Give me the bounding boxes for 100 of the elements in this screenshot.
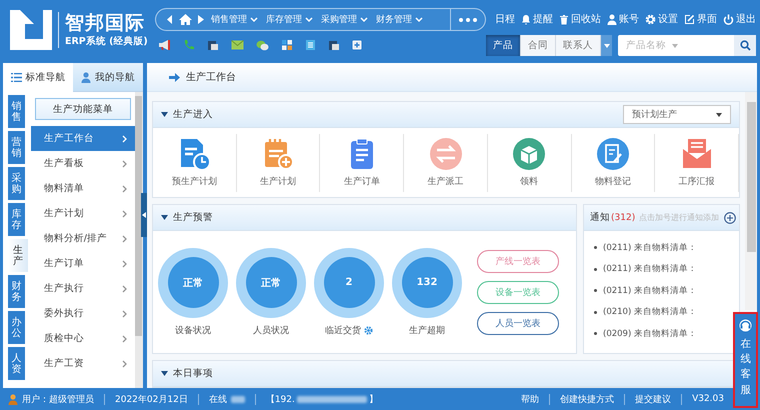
notice-item[interactable]: (0211) 来自物料清单： bbox=[603, 263, 697, 276]
category-tab[interactable]: 采购 bbox=[8, 167, 25, 200]
shortcut-tile[interactable]: 领料 bbox=[488, 134, 572, 192]
collapse-handle[interactable] bbox=[141, 193, 147, 237]
top-link[interactable]: 退出 bbox=[723, 12, 756, 26]
nav-menu[interactable]: 采购管理 bbox=[317, 9, 372, 30]
collapse-icon[interactable] bbox=[161, 371, 168, 376]
menu-title-button[interactable]: 生产功能菜单 bbox=[34, 98, 131, 120]
book-icon[interactable] bbox=[305, 39, 316, 51]
notice-item[interactable]: (0211) 来自物料清单： bbox=[603, 284, 697, 297]
caret-icon bbox=[716, 112, 722, 116]
menu-item[interactable]: 物料分析/排产 bbox=[30, 226, 135, 251]
top-link[interactable]: 回收站 bbox=[559, 12, 601, 26]
notice-item[interactable]: (0210) 来自物料清单： bbox=[603, 306, 697, 318]
notice-item[interactable]: (0211) 来自物料清单： bbox=[603, 242, 697, 254]
menu-item[interactable]: 生产执行 bbox=[30, 276, 135, 301]
panel-title: 本日事项 bbox=[173, 367, 213, 380]
chevron-right-icon bbox=[122, 284, 127, 292]
bell-icon bbox=[521, 14, 531, 24]
menu-item[interactable]: 委外执行 bbox=[30, 301, 135, 326]
user-icon bbox=[607, 14, 617, 24]
shortcut-label: 领料 bbox=[520, 176, 538, 188]
nav-menu[interactable]: 库存管理 bbox=[262, 9, 317, 30]
search-button[interactable] bbox=[734, 35, 756, 56]
menu-item[interactable]: 物料清单 bbox=[30, 176, 135, 201]
shortcut-tile[interactable]: 预生产计划 bbox=[153, 134, 237, 192]
category-tab[interactable]: 营销 bbox=[8, 131, 25, 164]
status-link[interactable]: 提交建议 bbox=[635, 392, 672, 406]
shortcut-tile[interactable]: 生产派工 bbox=[404, 134, 488, 192]
panel-title: 生产进入 bbox=[173, 108, 213, 121]
gauge-label: 设备状况 bbox=[175, 324, 211, 336]
caret-icon bbox=[604, 44, 610, 48]
shortcut-tile[interactable]: 物料登记 bbox=[572, 134, 656, 192]
chevron-down-icon bbox=[250, 16, 258, 22]
search-tab[interactable]: 合同 bbox=[521, 35, 556, 56]
top-link[interactable]: 设置 bbox=[645, 12, 678, 26]
blurred-text bbox=[230, 396, 245, 402]
top-link[interactable]: 账号 bbox=[607, 12, 639, 26]
plus-icon[interactable] bbox=[352, 40, 362, 50]
top-link[interactable]: 提醒 bbox=[521, 12, 553, 26]
menu-item[interactable]: 质检中心 bbox=[30, 326, 135, 351]
status-gauge: 132 bbox=[392, 248, 462, 318]
headset-icon bbox=[738, 318, 753, 333]
nav-menu[interactable]: 销售管理 bbox=[207, 9, 262, 30]
home-icon bbox=[179, 14, 192, 25]
chevron-right-icon bbox=[122, 160, 127, 168]
category-tab[interactable]: 库存 bbox=[8, 203, 25, 236]
category-tab[interactable]: 办公 bbox=[8, 311, 25, 344]
status-gauge: 正常 bbox=[158, 248, 228, 318]
menu-item[interactable]: 生产计划 bbox=[30, 201, 135, 226]
caret-icon bbox=[672, 44, 678, 48]
list-button[interactable]: 人员一览表 bbox=[477, 312, 559, 334]
menu-item[interactable]: 生产订单 bbox=[30, 251, 135, 276]
category-tab[interactable]: 销售 bbox=[8, 95, 25, 128]
envelope-icon[interactable] bbox=[231, 40, 244, 50]
nav-tab[interactable]: 我的导航 bbox=[73, 63, 143, 92]
shortcut-label: 生产订单 bbox=[344, 176, 380, 188]
add-icon[interactable] bbox=[724, 212, 736, 224]
settings-icon[interactable] bbox=[364, 326, 373, 334]
top-link[interactable]: 日程 bbox=[495, 12, 515, 26]
collapse-icon[interactable] bbox=[161, 215, 168, 220]
category-tab[interactable]: 财务 bbox=[8, 275, 25, 308]
page-title: 生产工作台 bbox=[186, 70, 236, 84]
nav-menu[interactable]: 财务管理 bbox=[372, 9, 427, 30]
menu-item[interactable]: 生产工资 bbox=[30, 351, 135, 376]
chevron-right-icon bbox=[122, 234, 127, 242]
ip-label: 【192. bbox=[266, 394, 295, 406]
menu-item[interactable]: 生产工作台 bbox=[30, 126, 135, 151]
megaphone-icon[interactable] bbox=[158, 39, 171, 51]
status-link[interactable]: 创建快捷方式 bbox=[560, 392, 614, 406]
screen-icon[interactable] bbox=[328, 40, 340, 50]
scrollbar[interactable] bbox=[745, 92, 757, 310]
search-tab[interactable]: 产品 bbox=[486, 35, 521, 56]
chat-icon[interactable] bbox=[256, 40, 269, 50]
notice-count: (312) bbox=[611, 212, 636, 222]
blurred-text bbox=[296, 396, 367, 402]
chevron-right-icon bbox=[122, 210, 127, 218]
screen-icon[interactable] bbox=[207, 40, 219, 50]
search-tab[interactable]: 联系人 bbox=[556, 35, 601, 56]
top-link[interactable]: 界面 bbox=[684, 12, 717, 26]
shortcut-label: 预生产计划 bbox=[172, 176, 217, 188]
list-icon bbox=[10, 72, 22, 82]
dropdown-button[interactable] bbox=[601, 35, 612, 56]
status-gauge: 正常 bbox=[236, 248, 306, 318]
online-service-button[interactable]: 在线客服 bbox=[733, 312, 758, 408]
tiles-icon[interactable] bbox=[281, 39, 293, 51]
collapse-icon[interactable] bbox=[161, 112, 168, 117]
menu-item[interactable]: 生产看板 bbox=[30, 151, 135, 176]
category-tab[interactable]: 生产 bbox=[8, 239, 28, 272]
shortcut-tile[interactable]: 生产订单 bbox=[320, 134, 404, 192]
status-link[interactable]: 帮助 bbox=[521, 392, 540, 406]
shortcut-tile[interactable]: 生产计划 bbox=[236, 134, 320, 192]
date-label: 2022年02月12日 bbox=[115, 394, 188, 406]
arrow-right-icon bbox=[169, 72, 180, 82]
category-tab[interactable]: 人资 bbox=[8, 347, 25, 380]
online-label: 在线 bbox=[208, 394, 227, 406]
shortcut-tile[interactable]: 工序汇报 bbox=[655, 134, 740, 192]
plan-dropdown[interactable]: 预计划生产 bbox=[623, 105, 731, 124]
logo-subtitle: ERP系统 (经典版) bbox=[65, 35, 148, 49]
notice-item[interactable]: (0209) 来自物料清单： bbox=[603, 328, 697, 340]
